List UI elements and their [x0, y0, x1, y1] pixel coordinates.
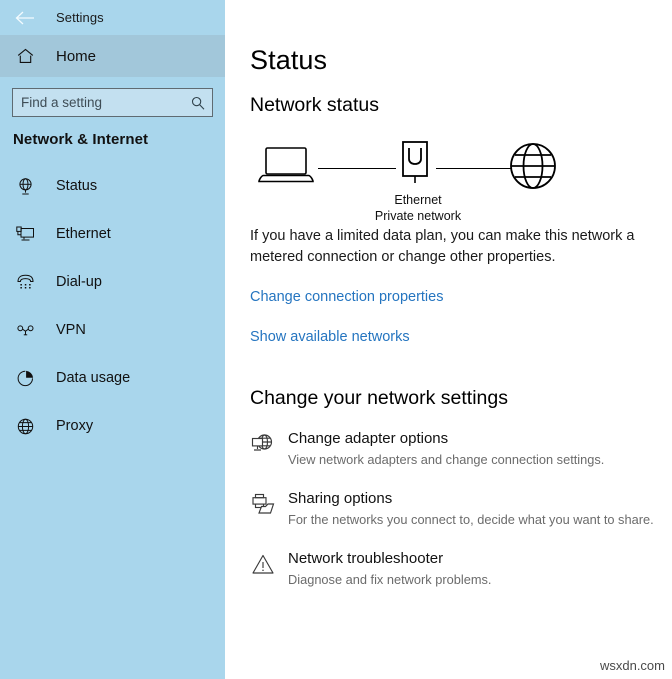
sidebar-item-dial-up[interactable]: Dial-up — [0, 258, 225, 306]
home-icon — [14, 45, 36, 67]
option-network-troubleshooter[interactable]: Network troubleshooter Diagnose and fix … — [250, 550, 672, 588]
telephone-icon — [14, 271, 36, 293]
page-title: Status — [250, 45, 328, 75]
sidebar-item-data-usage[interactable]: Data usage — [0, 354, 225, 402]
sidebar-item-vpn[interactable]: VPN — [0, 306, 225, 354]
network-status-heading: Network status — [250, 94, 379, 116]
sidebar-item-data-usage-label: Data usage — [56, 370, 131, 386]
option-text: Sharing options For the networks you con… — [288, 490, 654, 528]
sidebar-item-proxy-label: Proxy — [56, 418, 94, 434]
diagram-labels: Ethernet Private network — [324, 192, 512, 226]
network-type: Private network — [374, 209, 462, 224]
back-arrow-icon[interactable] — [12, 5, 38, 31]
option-title: Network troubleshooter — [288, 550, 444, 568]
adapter-name: Ethernet — [394, 192, 442, 207]
option-text: Change adapter options View network adap… — [288, 430, 604, 468]
network-settings-list: Change adapter options View network adap… — [250, 430, 672, 588]
ethernet-icon — [14, 223, 36, 245]
option-description: For the networks you connect to, decide … — [288, 511, 654, 527]
change-connection-properties-link[interactable]: Change connection properties — [250, 289, 443, 305]
sidebar-item-proxy[interactable]: Proxy — [0, 402, 225, 450]
vpn-key-icon — [14, 319, 36, 341]
pie-chart-icon — [14, 367, 36, 389]
show-available-networks-link[interactable]: Show available networks — [250, 329, 410, 345]
network-diagram: Ethernet Private network — [250, 132, 556, 223]
sidebar-item-home-label: Home — [56, 47, 97, 65]
search-container — [0, 77, 225, 117]
option-description: Diagnose and fix network problems. — [288, 571, 492, 587]
sidebar-nav-list: Status Ethernet Dial-up VPN Data usage P… — [0, 162, 225, 450]
settings-window: Settings Home Netwo — [0, 0, 672, 679]
search-input[interactable] — [13, 89, 212, 116]
adapter-globe-icon — [250, 432, 276, 458]
change-connection-properties-row: Change connection properties — [250, 288, 672, 306]
printer-folder-icon — [250, 492, 276, 518]
sidebar-item-dial-up-label: Dial-up — [56, 274, 102, 290]
globe-icon — [508, 141, 558, 196]
option-title: Sharing options — [288, 490, 393, 508]
window-title: Settings — [56, 10, 104, 25]
globe-icon — [14, 415, 36, 437]
change-network-settings-heading: Change your network settings — [250, 386, 508, 409]
option-description: View network adapters and change connect… — [288, 451, 605, 467]
main-content: Status Network status Ethernet Private n… — [225, 0, 672, 679]
ethernet-port-icon — [397, 139, 433, 194]
sidebar-category-title: Network & Internet — [13, 131, 149, 148]
sidebar-item-status-label: Status — [56, 178, 98, 194]
sidebar-item-vpn-label: VPN — [56, 322, 86, 338]
option-title: Change adapter options — [288, 430, 449, 448]
connection-line-right — [436, 167, 512, 169]
sidebar-item-home[interactable]: Home — [0, 35, 225, 77]
option-sharing-options[interactable]: Sharing options For the networks you con… — [250, 490, 672, 528]
network-description: If you have a limited data plan, you can… — [250, 227, 635, 265]
watermark: wsxdn.com — [599, 658, 665, 673]
show-available-networks-row: Show available networks — [250, 328, 672, 346]
sidebar-item-ethernet-label: Ethernet — [56, 226, 111, 242]
sidebar-item-ethernet[interactable]: Ethernet — [0, 210, 225, 258]
laptop-icon — [258, 144, 314, 193]
option-change-adapter-options[interactable]: Change adapter options View network adap… — [250, 430, 672, 468]
globe-stand-icon — [14, 175, 36, 197]
option-text: Network troubleshooter Diagnose and fix … — [288, 550, 491, 588]
title-bar: Settings — [0, 0, 225, 35]
connection-line-left — [318, 167, 396, 169]
search-box[interactable] — [12, 88, 213, 117]
warning-triangle-icon — [250, 552, 276, 578]
sidebar-item-status[interactable]: Status — [0, 162, 225, 210]
sidebar: Settings Home Netwo — [0, 0, 225, 679]
